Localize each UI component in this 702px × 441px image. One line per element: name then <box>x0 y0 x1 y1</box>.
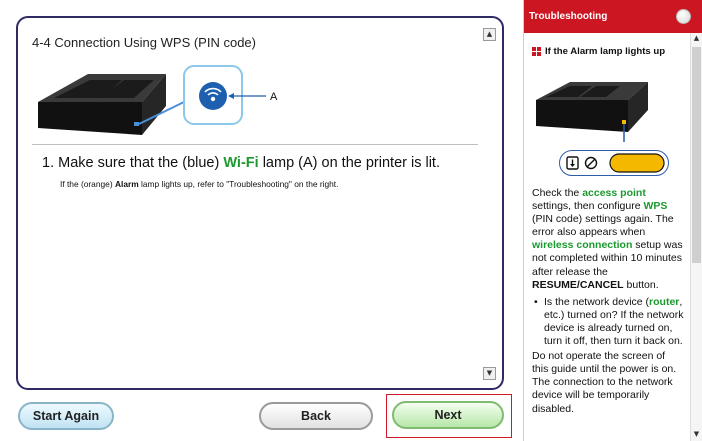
ts-scroll-down-button[interactable]: ▼ <box>691 429 702 441</box>
resume-icon <box>566 156 579 170</box>
back-button[interactable]: Back <box>259 402 373 430</box>
ts-paragraph-2: Do not operate the screen of this guide … <box>532 350 677 415</box>
troubleshooting-scrollbar[interactable]: ▲ ▼ <box>690 33 702 441</box>
wifi-icon <box>199 82 227 110</box>
alarm-printer-illustration <box>536 82 648 142</box>
main-panel: 4-4 Connection Using WPS (PIN code) A 1.… <box>16 16 504 390</box>
step-note: If the (orange) Alarm lamp lights up, re… <box>60 179 338 189</box>
step-text-before: Make sure that the (blue) <box>58 155 224 171</box>
scroll-up-button[interactable]: ▲ <box>483 28 496 41</box>
troubleshooting-header: Troubleshooting <box>524 0 702 33</box>
ts-scroll-thumb[interactable] <box>692 47 701 263</box>
divider <box>32 144 478 145</box>
troubleshooting-panel: Troubleshooting If the Alarm lamp lights… <box>523 0 702 441</box>
troubleshooting-content: If the Alarm lamp lights up Check the ac… <box>532 46 690 415</box>
stop-icon <box>584 156 598 170</box>
main-scrollbar[interactable]: ▲ ▼ <box>483 28 496 380</box>
note-before: If the (orange) <box>60 179 115 189</box>
step-text-highlight: Wi-Fi <box>223 155 259 171</box>
alarm-lamp-icon <box>609 153 665 173</box>
ts-scroll-up-button[interactable]: ▲ <box>691 33 702 45</box>
page-title: 4-4 Connection Using WPS (PIN code) <box>32 35 256 50</box>
step-instruction: 1. Make sure that the (blue) Wi-Fi lamp … <box>42 155 440 171</box>
note-after: lamp lights up, refer to "Troubleshootin… <box>138 179 339 189</box>
troubleshooting-heading: If the Alarm lamp lights up <box>532 46 690 57</box>
troubleshooting-heading-text: If the Alarm lamp lights up <box>545 46 666 57</box>
start-again-button[interactable]: Start Again <box>18 402 114 430</box>
troubleshooting-title: Troubleshooting <box>529 11 608 22</box>
callout-label-a: A <box>270 91 278 103</box>
close-icon[interactable] <box>676 9 691 24</box>
step-number: 1. <box>42 155 55 171</box>
troubleshooting-text: Check the access point settings, then co… <box>532 187 684 416</box>
next-button[interactable]: Next <box>392 401 504 429</box>
scroll-down-button[interactable]: ▼ <box>483 367 496 380</box>
lamp-panel <box>559 150 669 176</box>
note-bold: Alarm <box>114 179 139 189</box>
grid-bullet-icon <box>532 47 541 56</box>
ts-bullet-item: Is the network device (router, etc.) tur… <box>532 296 684 348</box>
step-text-after: lamp (A) on the printer is lit. <box>258 155 440 171</box>
ts-paragraph-1: Check the access point settings, then co… <box>532 187 683 291</box>
printer-illustration: A <box>38 65 278 135</box>
